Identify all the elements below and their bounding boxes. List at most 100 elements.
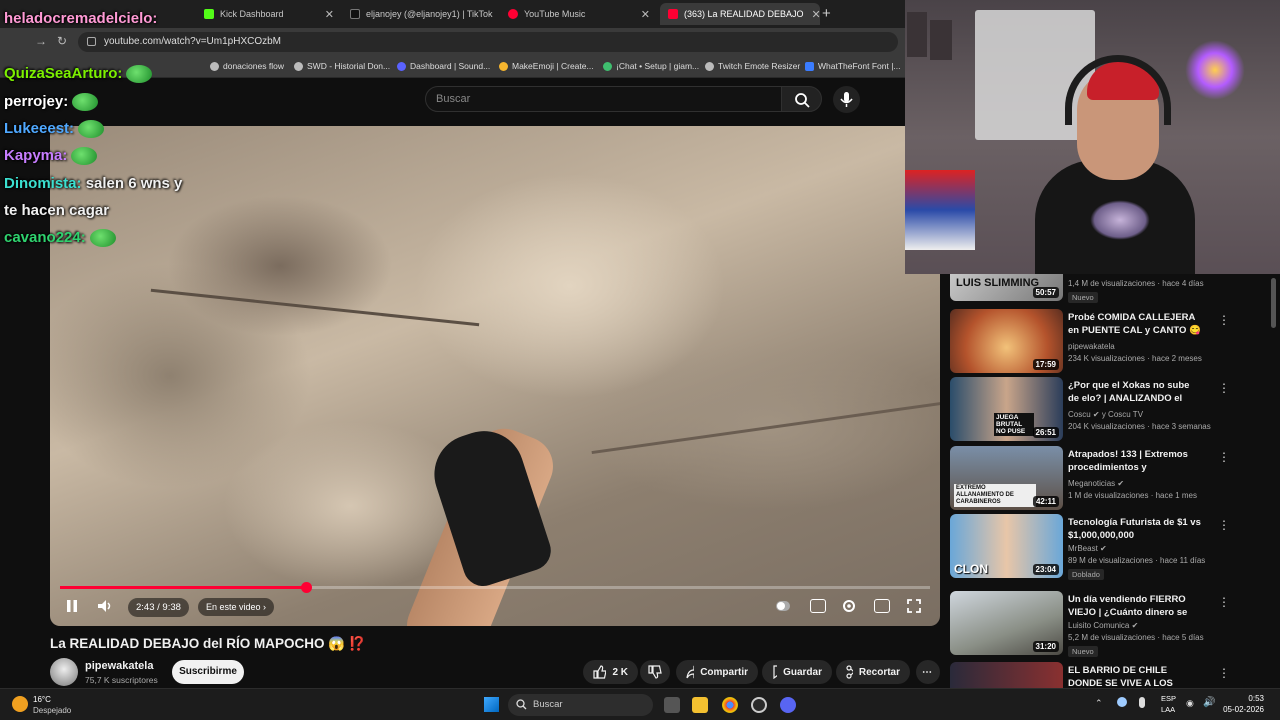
video-title[interactable]: Un día vendiendo FIERRO VIEJO | ¿Cuánto …	[1068, 593, 1203, 619]
volume-icon[interactable]	[96, 598, 114, 614]
voice-search-button[interactable]	[833, 86, 860, 113]
weather-moon-icon[interactable]	[12, 696, 28, 712]
search-button[interactable]	[781, 86, 822, 112]
close-icon[interactable]: ✕	[317, 8, 334, 21]
channel-name[interactable]: Coscu ✔ y Coscu TV	[1068, 410, 1143, 419]
forward-icon[interactable]: →	[35, 34, 47, 48]
more-actions-button[interactable]: ⋯	[916, 660, 940, 684]
video-title[interactable]: ¿Por que el Xokas no sube de elo? | ANAL…	[1068, 379, 1203, 405]
video-title[interactable]: Probé COMIDA CALLEJERA en PUENTE CAL y C…	[1068, 311, 1203, 337]
input-layout[interactable]: LAA	[1161, 705, 1175, 714]
share-button[interactable]: Compartir	[676, 660, 758, 684]
url-field[interactable]: youtube.com/watch?v=Um1pHXCOzbM	[78, 32, 898, 52]
video-title[interactable]: Tecnología Futurista de $1 vs $1,000,000…	[1068, 516, 1203, 542]
tab-kick-dashboard[interactable]: Kick Dashboard ✕	[196, 3, 342, 25]
recommendation-item[interactable]: CLON 23:04 Tecnología Futurista de $1 vs…	[950, 514, 1280, 580]
taskbar-search[interactable]: Buscar	[508, 694, 653, 716]
bookmark-item[interactable]: MakeEmoji | Create...	[499, 61, 594, 71]
close-icon[interactable]: ✕	[804, 8, 820, 21]
search-input[interactable]: Buscar	[425, 86, 782, 112]
tab-youtube-video[interactable]: (363) La REALIDAD DEBAJO ✕	[660, 3, 820, 25]
file-explorer-icon[interactable]	[692, 697, 708, 713]
site-info-icon[interactable]	[87, 37, 96, 46]
channel-avatar[interactable]	[50, 658, 78, 686]
settings-icon[interactable]	[841, 598, 857, 614]
input-language[interactable]: ESP	[1161, 694, 1176, 703]
subtitles-icon[interactable]	[810, 599, 826, 613]
tab-label: Kick Dashboard	[220, 9, 284, 19]
more-vertical-icon[interactable]: ⋮	[1218, 666, 1230, 680]
chrome-icon[interactable]	[722, 697, 738, 713]
bookmark-item[interactable]: donaciones flow	[210, 61, 284, 71]
more-vertical-icon[interactable]: ⋮	[1218, 595, 1230, 609]
video-duration: 42:11	[1032, 496, 1059, 507]
reload-icon[interactable]: ↻	[57, 34, 67, 48]
video-thumbnail[interactable]: LUIS SLIMMING 50:57	[950, 274, 1063, 301]
recommendation-item[interactable]: JUEGA BRUTAL NO PUSE 26:51 ¿Por que el X…	[950, 377, 1280, 443]
discord-icon[interactable]	[780, 697, 796, 713]
bookmark-item[interactable]: Twitch Emote Resizer	[705, 61, 800, 71]
tab-youtube-music[interactable]: YouTube Music ✕	[500, 3, 658, 25]
theater-mode-icon[interactable]	[874, 599, 890, 613]
recommendation-item[interactable]: 17:59 Probé COMIDA CALLEJERA en PUENTE C…	[950, 309, 1280, 375]
new-tab-button[interactable]: +	[822, 5, 831, 22]
chat-username: heladocremadelcielo:	[4, 10, 158, 27]
autoplay-toggle-icon[interactable]	[775, 598, 791, 614]
url-text: youtube.com/watch?v=Um1pHXCOzbM	[104, 36, 282, 47]
recommendation-item[interactable]: EXTREMO ALLANAMIENTO DE CARABINEROS 42:1…	[950, 446, 1280, 512]
clock-date[interactable]: 05-02-2026	[1210, 705, 1264, 714]
more-vertical-icon[interactable]: ⋮	[1218, 450, 1230, 464]
clock-time[interactable]: 0:53	[1224, 694, 1264, 703]
recommendation-item[interactable]: 31:20 Un día vendiendo FIERRO VIEJO | ¿C…	[950, 591, 1280, 657]
tab-tiktok[interactable]: eljanojey (@eljanojey1) | TikTok ✕	[342, 3, 500, 25]
bookmark-item[interactable]: ¡Chat • Setup | giam...	[603, 61, 699, 71]
bookmark-item[interactable]: WhatTheFont Font |...	[805, 61, 901, 71]
video-title[interactable]: Atrapados! 133 | Extremos procedimientos…	[1068, 448, 1203, 474]
chevron-up-icon[interactable]: ⌃	[1095, 698, 1103, 709]
video-thumbnail[interactable]: CLON 23:04	[950, 514, 1063, 578]
windows-start-icon[interactable]	[484, 697, 499, 712]
close-icon[interactable]: ✕	[633, 8, 650, 21]
microphone-icon	[840, 92, 853, 107]
chat-message: perrojey:	[4, 93, 99, 112]
video-thumbnail[interactable]: JUEGA BRUTAL NO PUSE 26:51	[950, 377, 1063, 441]
progress-scrubber[interactable]	[301, 582, 313, 593]
webcam-picture-frame	[907, 12, 927, 57]
bookmark-item[interactable]: SWD - Historial Don...	[294, 61, 390, 71]
like-button[interactable]: 2 K	[583, 660, 638, 684]
more-vertical-icon[interactable]: ⋮	[1218, 313, 1230, 327]
tiktok-icon	[350, 9, 360, 19]
dislike-button[interactable]	[640, 660, 670, 684]
recommendation-item[interactable]: EL BARRIO DE CHILE DONDE SE VIVE A LOS B…	[950, 662, 1280, 688]
more-vertical-icon[interactable]: ⋮	[1218, 518, 1230, 532]
microphone-icon[interactable]	[1139, 697, 1145, 708]
video-player[interactable]: 2:43 / 9:38 En este video ›	[50, 126, 940, 626]
chapter-button[interactable]: En este video ›	[198, 598, 275, 616]
channel-name[interactable]: pipewakatela	[85, 660, 153, 672]
clip-button[interactable]: Recortar	[836, 660, 910, 684]
channel-name[interactable]: Meganoticias ✔	[1068, 479, 1124, 488]
tray-app-icon[interactable]	[1117, 697, 1127, 707]
app-icon[interactable]	[751, 697, 767, 713]
search-icon	[795, 93, 810, 108]
save-button[interactable]: Guardar	[762, 660, 832, 684]
recommendation-item[interactable]: LUIS SLIMMING 50:57 1,4 M de visualizaci…	[950, 274, 1280, 303]
video-title[interactable]: EL BARRIO DE CHILE DONDE SE VIVE A LOS B…	[1068, 664, 1203, 688]
fullscreen-icon[interactable]	[906, 598, 922, 614]
video-thumbnail[interactable]: 17:59	[950, 309, 1063, 373]
video-thumbnail[interactable]: 31:20	[950, 591, 1063, 655]
video-thumbnail[interactable]	[950, 662, 1063, 688]
close-icon[interactable]: ✕	[493, 8, 500, 21]
channel-name[interactable]: MrBeast ✔	[1068, 544, 1107, 553]
bookmark-item[interactable]: Dashboard | Sound...	[397, 61, 490, 71]
progress-bar[interactable]	[60, 582, 930, 593]
search-icon	[516, 699, 527, 710]
video-thumbnail[interactable]: EXTREMO ALLANAMIENTO DE CARABINEROS 42:1…	[950, 446, 1063, 510]
pause-icon[interactable]	[64, 598, 80, 614]
subscribe-button[interactable]: Suscribirme	[172, 660, 244, 684]
task-view-icon[interactable]	[664, 697, 680, 713]
more-vertical-icon[interactable]: ⋮	[1218, 381, 1230, 395]
channel-name[interactable]: Luisito Comunica ✔	[1068, 621, 1138, 630]
channel-name[interactable]: pipewakatela	[1068, 342, 1115, 351]
network-icon[interactable]: ◉	[1186, 698, 1194, 709]
